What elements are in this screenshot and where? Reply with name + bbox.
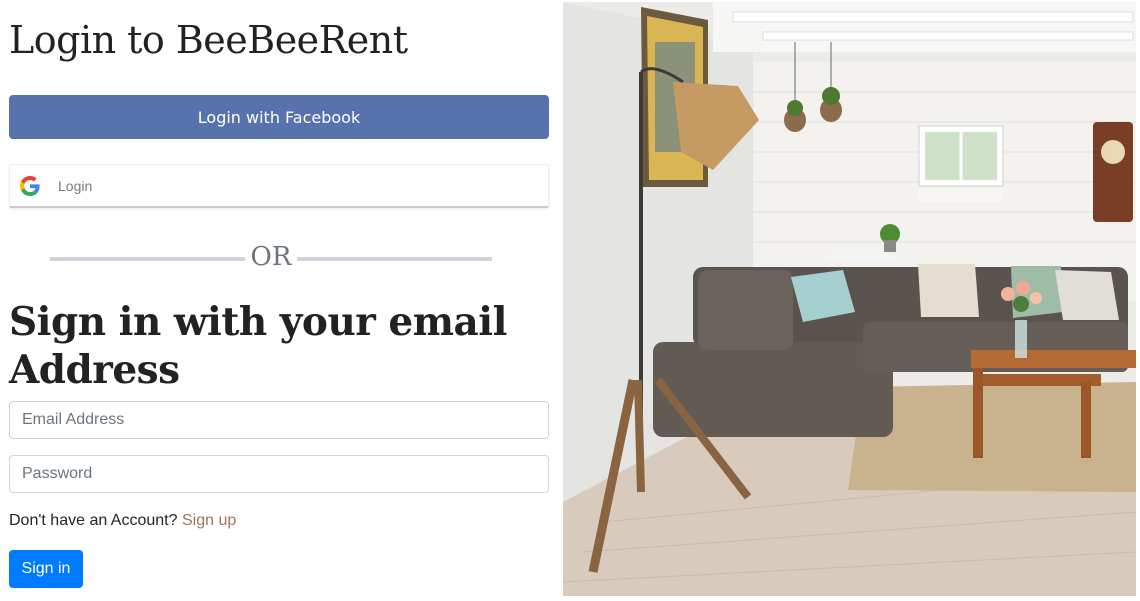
divider-line-right [297, 257, 492, 261]
google-login-label: Login [58, 177, 93, 194]
login-panel: Login to BeeBeeRent Login with Facebook … [0, 0, 558, 601]
living-room-photo [563, 2, 1136, 596]
divider-line-left [50, 257, 245, 261]
facebook-login-button[interactable]: Login with Facebook [9, 95, 549, 139]
signup-prompt-row: Don't have an Account? Sign up [9, 512, 236, 530]
signup-prompt: Don't have an Account? [9, 512, 178, 529]
google-login-button[interactable]: Login [9, 164, 549, 208]
or-text: OR [250, 242, 292, 272]
signin-button[interactable]: Sign in [9, 550, 83, 588]
email-signin-heading: Sign in with your email Address [9, 299, 507, 393]
signup-link[interactable]: Sign up [182, 512, 236, 529]
google-g-icon [19, 175, 41, 197]
password-field[interactable] [9, 455, 549, 493]
email-field[interactable] [9, 401, 549, 439]
page-title: Login to BeeBeeRent [9, 18, 408, 62]
or-divider: OR [50, 242, 492, 274]
